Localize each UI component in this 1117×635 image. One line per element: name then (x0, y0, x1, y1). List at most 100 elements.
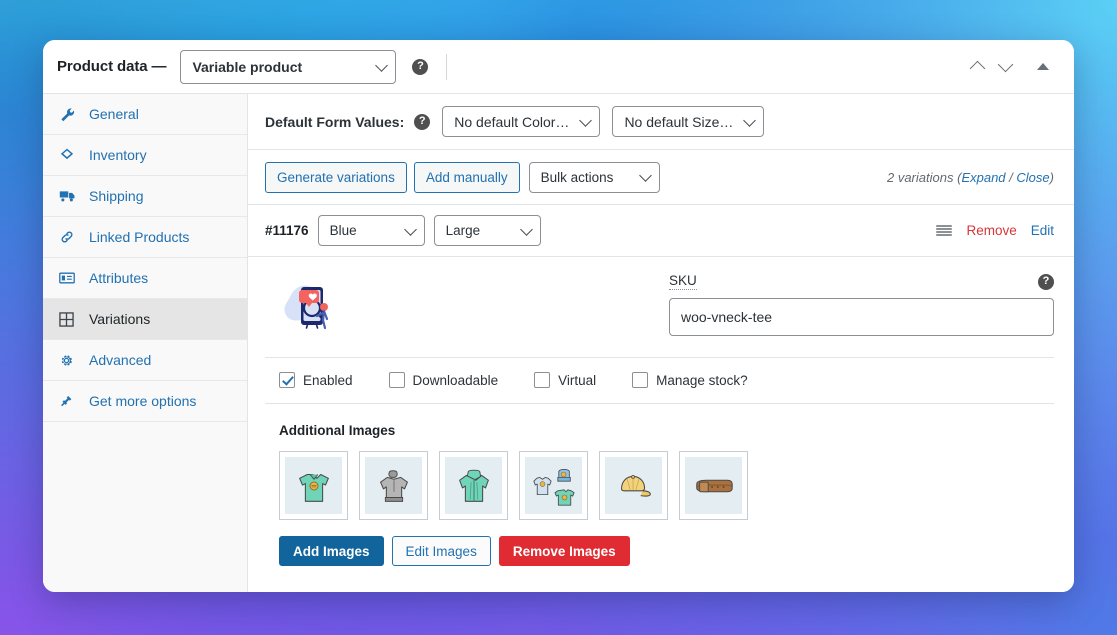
checkbox-label: Manage stock? (656, 372, 748, 388)
sidebar-item-label: Inventory (89, 147, 147, 163)
add-manually-button[interactable]: Add manually (413, 161, 520, 193)
sidebar-item-attributes[interactable]: Attributes (43, 258, 247, 299)
grid-icon (59, 311, 79, 327)
chevron-down-icon (743, 113, 757, 127)
close-link[interactable]: Close (1016, 170, 1049, 185)
plugin-icon (59, 393, 79, 409)
variations-content: Default Form Values: ? No default Color…… (248, 94, 1074, 592)
variation-checkboxes: Enabled Downloadable Virtual Manage stoc… (265, 358, 1054, 404)
panel-header: Product data — Variable product ? (43, 40, 1074, 94)
checkbox-box (388, 372, 405, 388)
sidebar-item-linked-products[interactable]: Linked Products (43, 217, 247, 258)
link-icon (59, 229, 79, 245)
sidebar-item-label: Advanced (89, 352, 152, 368)
add-images-button[interactable]: Add Images (279, 536, 384, 566)
enabled-checkbox[interactable]: Enabled (279, 372, 353, 388)
chevron-down-icon (403, 222, 417, 236)
sidebar-item-shipping[interactable]: Shipping (43, 176, 247, 217)
header-divider (446, 53, 448, 80)
downloadable-checkbox[interactable]: Downloadable (388, 372, 499, 388)
archive-icon (59, 147, 79, 163)
list-view-icon (59, 270, 79, 286)
move-down-button[interactable] (992, 54, 1018, 80)
chevron-down-icon (579, 113, 593, 127)
default-color-select[interactable]: No default Color… (442, 106, 601, 137)
checkbox-label: Enabled (303, 372, 353, 388)
expand-link[interactable]: Expand (961, 170, 1005, 185)
move-up-button[interactable] (964, 54, 990, 80)
chevron-down-icon (375, 58, 389, 72)
drag-handle-icon[interactable] (936, 224, 953, 237)
belt-brown-thumbnail[interactable] (679, 451, 748, 520)
page-title: Product data — (57, 58, 167, 75)
checkbox-box (632, 372, 649, 388)
sku-input[interactable] (669, 298, 1054, 336)
default-form-values-row: Default Form Values: ? No default Color…… (248, 94, 1074, 150)
chevron-down-icon (519, 222, 533, 236)
remove-variation-link[interactable]: Remove (966, 223, 1016, 238)
cap-yellow-thumbnail[interactable] (599, 451, 668, 520)
sidebar-filler (43, 422, 247, 592)
chevron-up-icon (969, 60, 985, 77)
chevron-down-icon (638, 169, 652, 182)
generate-variations-button[interactable]: Generate variations (265, 161, 407, 193)
variation-detail-top: SKU ? (265, 273, 1054, 358)
virtual-checkbox[interactable]: Virtual (534, 372, 596, 388)
sku-header: SKU ? (669, 273, 1054, 290)
product-type-value: Variable product (192, 58, 303, 75)
additional-images-title: Additional Images (279, 423, 396, 438)
variation-color-select[interactable]: Blue (317, 215, 425, 246)
sidebar-item-inventory[interactable]: Inventory (43, 135, 247, 176)
help-circle-icon[interactable]: ? (414, 113, 431, 130)
sidebar-item-label: Linked Products (89, 229, 190, 245)
manage-stock-checkbox[interactable]: Manage stock? (632, 372, 748, 388)
sidebar-item-variations[interactable]: Variations (43, 299, 247, 340)
help-circle-icon[interactable]: ? (1038, 273, 1054, 290)
default-size-select[interactable]: No default Size… (612, 106, 765, 137)
variation-size-value: Large (445, 223, 481, 238)
image-action-buttons: Add Images Edit Images Remove Images (279, 536, 1054, 566)
variation-count-text: 2 variations (886, 169, 954, 185)
sidebar-item-label: Shipping (89, 188, 144, 204)
collapse-panel-button[interactable] (1030, 54, 1056, 80)
hoodie-grey-thumbnail[interactable] (359, 451, 428, 520)
sidebar-item-general[interactable]: General (43, 94, 247, 135)
sidebar-item-advanced[interactable]: Advanced (43, 340, 247, 381)
tshirt-mint-thumbnail[interactable] (279, 451, 348, 520)
sidebar-item-label: Get more options (89, 393, 197, 409)
variation-actions: Remove Edit (936, 223, 1054, 238)
zip-hoodie-mint-thumbnail[interactable] (439, 451, 508, 520)
checkbox-box (279, 372, 295, 388)
sidebar-item-get-more-options[interactable]: Get more options (43, 381, 247, 422)
remove-images-button[interactable]: Remove Images (498, 536, 630, 566)
variation-id: #11176 (265, 223, 309, 238)
variations-toolbar: Generate variations Add manually Bulk ac… (248, 150, 1074, 205)
bulk-actions-select[interactable]: Bulk actions (528, 161, 660, 193)
variation-color-value: Blue (329, 223, 357, 238)
checkbox-label: Virtual (558, 372, 597, 388)
paren-close: ) (1049, 169, 1054, 185)
sku-block: SKU ? (669, 273, 1054, 336)
product-type-select[interactable]: Variable product (180, 49, 397, 84)
edit-images-button[interactable]: Edit Images (391, 536, 491, 566)
product-data-panel: Product data — Variable product ? Genera… (43, 40, 1074, 592)
default-color-value: No default Color… (454, 113, 570, 130)
chevron-down-icon (997, 56, 1013, 73)
links-separator: / (1009, 169, 1013, 185)
wrench-icon (59, 106, 79, 122)
variation-size-select[interactable]: Large (433, 215, 541, 246)
additional-images-strip (279, 451, 1054, 520)
bulk-actions-value: Bulk actions (540, 169, 614, 185)
additional-images-section: Additional Images Add Images Edit Images… (265, 404, 1054, 566)
checkbox-label: Downloadable (412, 372, 499, 388)
apparel-group-thumbnail[interactable] (519, 451, 588, 520)
triangle-up-icon (1037, 63, 1049, 70)
help-circle-icon[interactable]: ? (412, 58, 429, 75)
edit-variation-link[interactable]: Edit (1031, 223, 1054, 238)
product-illustration-icon[interactable] (279, 277, 341, 339)
gear-icon (59, 352, 79, 368)
default-form-values-label: Default Form Values: (265, 113, 405, 130)
sidebar-item-label: Attributes (89, 270, 149, 286)
sidebar-item-label: General (89, 106, 139, 122)
default-size-value: No default Size… (624, 113, 734, 130)
